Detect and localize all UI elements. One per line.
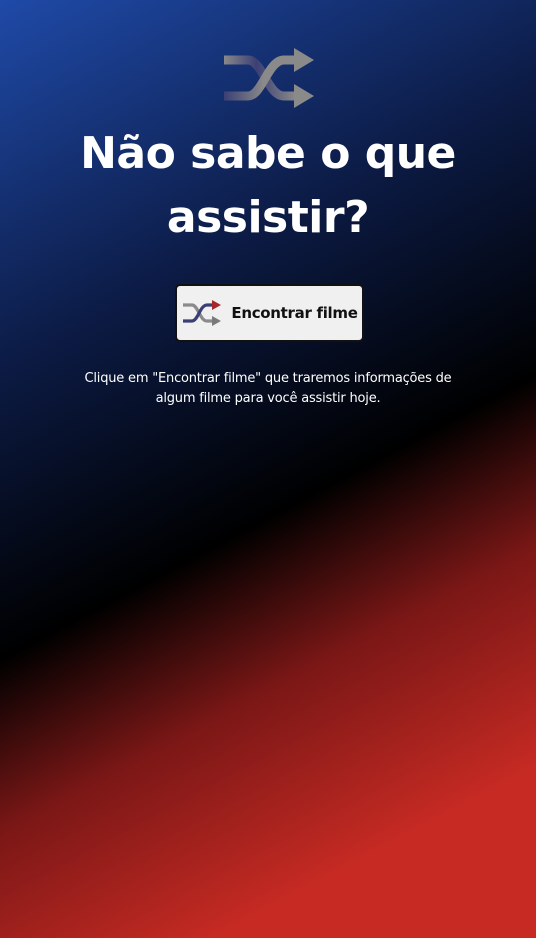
find-movie-button-label: Encontrar filme — [231, 304, 358, 322]
shuffle-icon — [224, 48, 314, 108]
page-title: Não sabe o que assistir? — [80, 128, 456, 243]
hint-text: Clique em "Encontrar filme" que traremos… — [84, 371, 452, 406]
find-movie-button[interactable]: Encontrar filme — [175, 284, 364, 342]
shuffle-icon — [183, 300, 222, 326]
